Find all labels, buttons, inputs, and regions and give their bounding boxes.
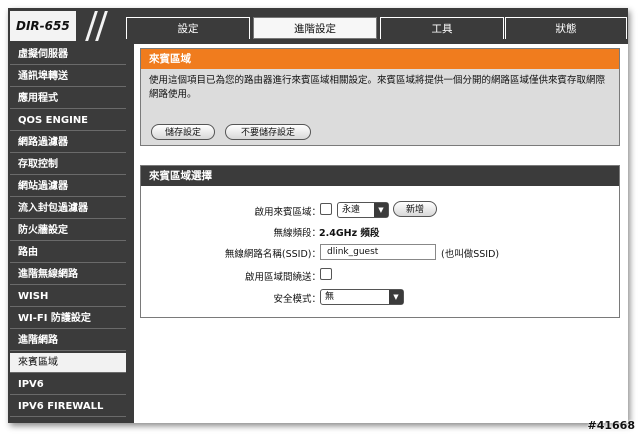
wireless-band-value: 2.4GHz 頻段 bbox=[319, 228, 380, 239]
tab-advanced[interactable]: 進階設定 bbox=[253, 17, 377, 39]
sidebar-item-inbound-filter[interactable]: 流入封包過濾器 bbox=[10, 199, 126, 219]
sidebar-item-routing[interactable]: 路由 bbox=[10, 243, 126, 263]
dont-save-settings-button[interactable]: 不要儲存設定 bbox=[225, 124, 311, 140]
main-content: 來賓區域 使用這個項目已為您的路由器進行來賓區域相關設定。來賓區域將提供一個分開… bbox=[128, 44, 628, 423]
sidebar-item-applications[interactable]: 應用程式 bbox=[10, 89, 126, 109]
guest-zone-selection-panel: 來賓區域選擇 啟用來賓區域： 永遠 ▼ 新增 無線頻段： 2.4GHz 頻段 無… bbox=[140, 165, 620, 318]
sidebar-item-qos-engine[interactable]: QOS ENGINE bbox=[10, 111, 126, 131]
sidebar: 虛擬伺服器 通訊埠轉送 應用程式 QOS ENGINE 網路過濾器 存取控制 網… bbox=[8, 44, 128, 423]
add-new-schedule-button[interactable]: 新增 bbox=[393, 201, 437, 217]
enable-guest-zone-label: 啟用來賓區域： bbox=[254, 207, 321, 218]
inter-zone-routing-checkbox[interactable] bbox=[320, 268, 332, 280]
sidebar-item-advanced-network[interactable]: 進階網路 bbox=[10, 331, 126, 351]
sidebar-item-access-control[interactable]: 存取控制 bbox=[10, 155, 126, 175]
sidebar-item-port-forwarding[interactable]: 通訊埠轉送 bbox=[10, 67, 126, 87]
intro-title: 來賓區域 bbox=[141, 49, 619, 69]
ssid-hint: (也叫做SSID) bbox=[441, 249, 500, 260]
sidebar-item-guest-zone[interactable]: 來賓區域 bbox=[10, 353, 126, 373]
watermark-id: #41668 bbox=[587, 419, 636, 432]
selection-title: 來賓區域選擇 bbox=[141, 166, 619, 186]
top-nav-bar: DIR-655 設定 進階設定 工具 狀態 bbox=[8, 8, 628, 44]
sidebar-item-wish[interactable]: WISH bbox=[10, 287, 126, 307]
save-settings-button[interactable]: 儲存設定 bbox=[151, 124, 215, 140]
chevron-down-icon: ▼ bbox=[389, 290, 403, 304]
sidebar-item-advanced-wireless[interactable]: 進階無線網路 bbox=[10, 265, 126, 285]
sidebar-item-wifi-protected-setup[interactable]: WI-FI 防護設定 bbox=[10, 309, 126, 329]
sidebar-item-network-filter[interactable]: 網路過濾器 bbox=[10, 133, 126, 153]
sidebar-item-virtual-server[interactable]: 虛擬伺服器 bbox=[10, 45, 126, 65]
wireless-band-label: 無線頻段： bbox=[273, 228, 321, 239]
sidebar-item-ipv6[interactable]: IPV6 bbox=[10, 375, 126, 395]
schedule-select[interactable]: 永遠 ▼ bbox=[337, 202, 389, 218]
tab-status[interactable]: 狀態 bbox=[505, 17, 627, 39]
ssid-label: 無線網路名稱(SSID)： bbox=[224, 249, 321, 260]
intro-description: 使用這個項目已為您的路由器進行來賓區域相關設定。來賓區域將提供一個分開的網路區域… bbox=[149, 75, 606, 100]
schedule-select-value: 永遠 bbox=[342, 205, 361, 215]
sidebar-item-firewall-settings[interactable]: 防火牆設定 bbox=[10, 221, 126, 241]
ssid-input[interactable]: dlink_guest bbox=[320, 244, 436, 260]
security-mode-select[interactable]: 無 ▼ bbox=[320, 289, 404, 305]
enable-guest-zone-checkbox[interactable] bbox=[320, 203, 332, 215]
chevron-down-icon: ▼ bbox=[374, 203, 388, 217]
logo-slash-decor bbox=[78, 11, 118, 41]
tab-tools[interactable]: 工具 bbox=[380, 17, 504, 39]
router-window: DIR-655 設定 進階設定 工具 狀態 虛擬伺服器 通訊埠轉送 應用程式 Q… bbox=[8, 8, 628, 423]
inter-zone-routing-label: 啟用區域間繞送： bbox=[244, 272, 321, 283]
intro-panel: 來賓區域 使用這個項目已為您的路由器進行來賓區域相關設定。來賓區域將提供一個分開… bbox=[140, 48, 620, 146]
security-mode-label: 安全模式： bbox=[273, 294, 321, 305]
sidebar-item-website-filter[interactable]: 網站過濾器 bbox=[10, 177, 126, 197]
brand-logo: DIR-655 bbox=[10, 11, 76, 41]
security-mode-value: 無 bbox=[325, 292, 335, 302]
sidebar-item-ipv6-firewall[interactable]: IPV6 FIREWALL bbox=[10, 397, 126, 417]
tab-setup[interactable]: 設定 bbox=[126, 17, 250, 39]
